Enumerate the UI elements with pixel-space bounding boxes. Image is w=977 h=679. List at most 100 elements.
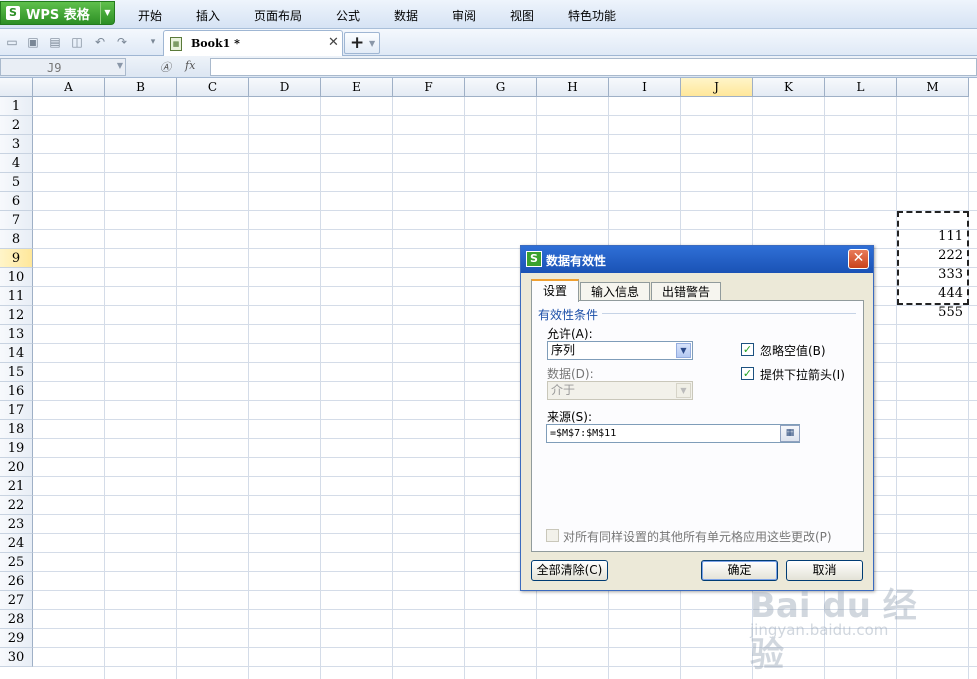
row-header-2[interactable]: 2	[0, 116, 33, 135]
menu-item-data[interactable]: 数据	[394, 7, 418, 24]
cell-m10[interactable]: 444	[897, 284, 967, 303]
data-operator-value: 介于	[551, 383, 576, 397]
row-header-4[interactable]: 4	[0, 154, 33, 173]
baidu-jingyan-watermark: Bai du 经验 jingyan.baidu.com	[750, 578, 950, 675]
row-header-30[interactable]: 30	[0, 648, 33, 667]
row-header-7[interactable]: 7	[0, 211, 33, 230]
cell-m7[interactable]: 111	[897, 227, 967, 246]
column-header-a[interactable]: A	[33, 78, 105, 97]
new-tab-button[interactable]: + ▼	[344, 32, 380, 54]
menu-item-insert[interactable]: 插入	[196, 7, 220, 24]
row-header-9[interactable]: 9	[0, 249, 33, 268]
formula-input[interactable]	[210, 58, 977, 76]
menu-item-home[interactable]: 开始	[138, 7, 162, 24]
row-header-17[interactable]: 17	[0, 401, 33, 420]
row-header-19[interactable]: 19	[0, 439, 33, 458]
row-header-3[interactable]: 3	[0, 135, 33, 154]
row-header-24[interactable]: 24	[0, 534, 33, 553]
ignore-blank-checkbox[interactable]: ✓	[741, 343, 754, 356]
row-header-14[interactable]: 14	[0, 344, 33, 363]
row-header-28[interactable]: 28	[0, 610, 33, 629]
cell-m11[interactable]: 555	[897, 303, 967, 322]
menu-item-page-layout[interactable]: 页面布局	[254, 7, 302, 24]
column-header-d[interactable]: D	[249, 78, 321, 97]
column-header-h[interactable]: H	[537, 78, 609, 97]
print-icon[interactable]: ▤	[47, 35, 63, 50]
cell-m9[interactable]: 333	[897, 265, 967, 284]
wps-app-menu-button[interactable]: S WPS 表格 ▼	[0, 1, 115, 25]
in-cell-dropdown-label[interactable]: 提供下拉箭头(I)	[760, 366, 845, 383]
menu-item-special[interactable]: 特色功能	[568, 7, 616, 24]
column-header-l[interactable]: L	[825, 78, 897, 97]
row-header-10[interactable]: 10	[0, 268, 33, 287]
column-header-e[interactable]: E	[321, 78, 393, 97]
column-header-f[interactable]: F	[393, 78, 465, 97]
row-header-13[interactable]: 13	[0, 325, 33, 344]
tab-input-message[interactable]: 输入信息	[580, 282, 650, 301]
source-label: 来源(S):	[547, 410, 593, 424]
data-operator-select: 介于 ▼	[547, 381, 693, 400]
close-icon[interactable]: ✕	[848, 249, 869, 269]
print-preview-icon[interactable]: ◫	[69, 35, 85, 50]
chevron-down-icon[interactable]: ▼	[100, 2, 114, 24]
row-header-8[interactable]: 8	[0, 230, 33, 249]
customize-icon[interactable]: ▾	[145, 35, 161, 50]
row-header-23[interactable]: 23	[0, 515, 33, 534]
function-icon[interactable]: fx	[185, 59, 195, 72]
formula-bar: J9 ▼ Ⓐ fx	[0, 56, 977, 78]
group-divider	[602, 313, 856, 314]
row-header-15[interactable]: 15	[0, 363, 33, 382]
row-header-16[interactable]: 16	[0, 382, 33, 401]
row-header-18[interactable]: 18	[0, 420, 33, 439]
source-input[interactable]: =$M$7:$M$11	[546, 424, 800, 443]
document-tab[interactable]: ▦ Book1 * ✕	[163, 30, 343, 56]
chevron-down-icon[interactable]: ▼	[676, 343, 691, 358]
column-header-i[interactable]: I	[609, 78, 681, 97]
menu-item-review[interactable]: 审阅	[452, 7, 476, 24]
column-header-g[interactable]: G	[465, 78, 537, 97]
select-all-corner[interactable]	[0, 78, 33, 97]
quick-access-toolbar: ▭ ▣ ▤ ◫ ↶ ↷ ▾	[0, 29, 977, 56]
save-icon[interactable]: ▣	[25, 35, 41, 50]
range-picker-button[interactable]: ▦	[780, 425, 800, 442]
row-header-25[interactable]: 25	[0, 553, 33, 572]
row-header-26[interactable]: 26	[0, 572, 33, 591]
row-header-22[interactable]: 22	[0, 496, 33, 515]
column-header-m[interactable]: M	[897, 78, 969, 97]
open-icon[interactable]: ▭	[4, 35, 20, 50]
undo-icon[interactable]: ↶	[92, 35, 108, 50]
allow-select[interactable]: 序列 ▼	[547, 341, 693, 360]
dialog-title-bar[interactable]: S 数据有效性 ✕	[521, 246, 873, 273]
row-header-1[interactable]: 1	[0, 97, 33, 116]
tab-settings[interactable]: 设置	[531, 279, 579, 302]
column-header-k[interactable]: K	[753, 78, 825, 97]
column-header-c[interactable]: C	[177, 78, 249, 97]
row-header-21[interactable]: 21	[0, 477, 33, 496]
menu-item-formulas[interactable]: 公式	[336, 7, 360, 24]
spreadsheet-file-icon: ▦	[170, 37, 182, 51]
close-icon[interactable]: ✕	[328, 35, 339, 50]
allow-label: 允许(A):	[547, 327, 593, 341]
clear-all-button[interactable]: 全部清除(C)	[531, 560, 608, 581]
cell-m8[interactable]: 222	[897, 246, 967, 265]
zoom-formula-icon[interactable]: Ⓐ	[160, 59, 171, 75]
chevron-down-icon[interactable]: ▼	[117, 61, 123, 70]
column-header-j[interactable]: J	[681, 78, 753, 97]
row-header-12[interactable]: 12	[0, 306, 33, 325]
name-box-value: J9	[47, 61, 62, 75]
row-header-27[interactable]: 27	[0, 591, 33, 610]
chevron-down-icon[interactable]: ▼	[369, 34, 375, 54]
name-box[interactable]: J9 ▼	[0, 58, 126, 76]
menu-item-view[interactable]: 视图	[510, 7, 534, 24]
data-validation-dialog: S 数据有效性 ✕ 设置 输入信息 出错警告 有效性条件 允许(A): 序列 ▼…	[520, 245, 874, 591]
row-header-5[interactable]: 5	[0, 173, 33, 192]
ignore-blank-label[interactable]: 忽略空值(B)	[760, 342, 826, 359]
tab-error-alert[interactable]: 出错警告	[651, 282, 721, 301]
row-header-20[interactable]: 20	[0, 458, 33, 477]
row-header-29[interactable]: 29	[0, 629, 33, 648]
row-header-11[interactable]: 11	[0, 287, 33, 306]
redo-icon[interactable]: ↷	[114, 35, 130, 50]
in-cell-dropdown-checkbox[interactable]: ✓	[741, 367, 754, 380]
row-header-6[interactable]: 6	[0, 192, 33, 211]
column-header-b[interactable]: B	[105, 78, 177, 97]
